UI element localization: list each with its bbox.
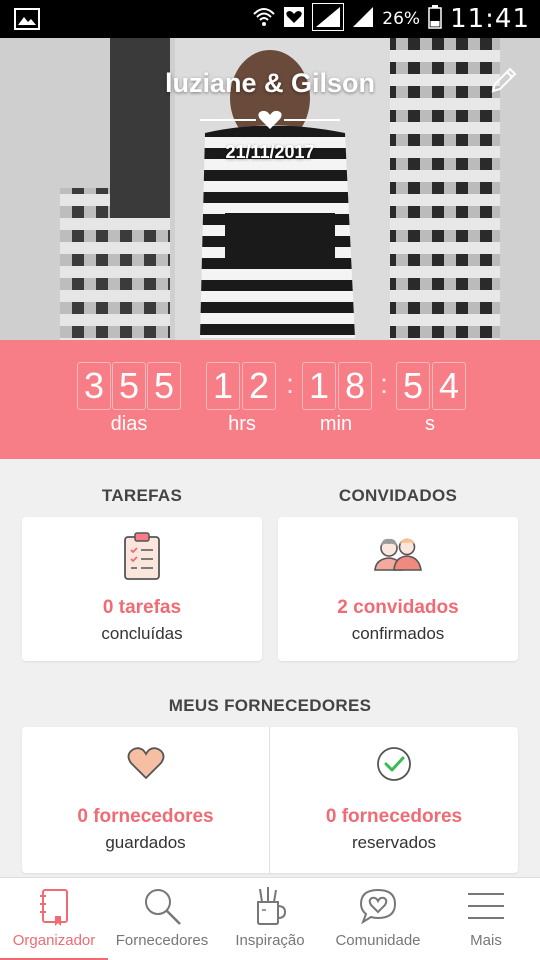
couple-cover-photo[interactable]: luziane & Gilson 21/11/2017 bbox=[0, 38, 540, 340]
gallery-icon bbox=[14, 8, 40, 35]
reserved-vendors[interactable]: 0 fornecedores reservados bbox=[270, 727, 518, 873]
menu-icon bbox=[468, 893, 504, 919]
bottom-navigation: Organizador Fornecedores Inspiração Comu… bbox=[0, 877, 540, 960]
saved-vendors[interactable]: 0 fornecedores guardados bbox=[22, 727, 269, 873]
tasks-card[interactable]: 0 tarefas concluídas bbox=[22, 517, 262, 661]
nav-label: Mais bbox=[470, 932, 502, 949]
edit-icon[interactable] bbox=[488, 64, 520, 96]
saved-vendors-count: 0 fornecedores bbox=[77, 806, 214, 827]
signal-icon bbox=[312, 2, 345, 36]
battery-percent: 26% bbox=[382, 9, 421, 29]
wedding-countdown: 3 5 5 1 2 : 1 8 : 5 4 dias hrs min s bbox=[0, 340, 540, 459]
saved-vendors-sub: guardados bbox=[105, 833, 186, 852]
nav-organizador[interactable]: Organizador bbox=[0, 878, 108, 960]
search-icon bbox=[145, 889, 181, 925]
days-label: dias bbox=[110, 413, 148, 435]
wedding-date: 21/11/2017 bbox=[225, 142, 315, 162]
seconds-label: s bbox=[425, 413, 435, 435]
nav-inspiracao[interactable]: Inspiração bbox=[216, 878, 324, 960]
signal-icon bbox=[352, 6, 374, 33]
nav-label: Organizador bbox=[12, 932, 96, 949]
wifi-icon bbox=[252, 6, 276, 33]
tasks-count: 0 tarefas bbox=[102, 597, 182, 618]
guests-count: 2 convidados bbox=[337, 597, 459, 618]
guests-icon bbox=[374, 538, 422, 571]
time-separator: : bbox=[380, 368, 388, 399]
nav-mais[interactable]: Mais bbox=[432, 878, 540, 960]
heart-notification-icon bbox=[284, 6, 305, 32]
nav-label: Comunidade bbox=[335, 932, 421, 949]
seconds-digit: 5 bbox=[396, 362, 430, 410]
guests-section-title: CONVIDADOS bbox=[338, 486, 458, 505]
community-icon bbox=[359, 888, 397, 925]
heart-divider-icon bbox=[200, 110, 340, 129]
couple-names: luziane & Gilson bbox=[164, 68, 376, 98]
heart-icon bbox=[127, 747, 164, 780]
check-circle-icon bbox=[377, 747, 411, 781]
nav-label: Fornecedores bbox=[115, 932, 209, 949]
nav-label: Inspiração bbox=[235, 932, 305, 949]
inspiration-icon bbox=[257, 887, 287, 925]
minutes-digit: 8 bbox=[338, 362, 372, 410]
hours-digit: 1 bbox=[206, 362, 240, 410]
seconds-digit: 4 bbox=[432, 362, 466, 410]
days-digit: 3 bbox=[77, 362, 111, 410]
planner-icon bbox=[40, 889, 68, 926]
hours-label: hrs bbox=[228, 413, 256, 435]
status-bar: 26% 11:41 bbox=[0, 0, 540, 38]
clipboard-checklist-icon bbox=[124, 532, 160, 580]
guests-card[interactable]: 2 convidados confirmados bbox=[278, 517, 518, 661]
clock: 11:41 bbox=[450, 4, 530, 34]
guests-sub: confirmados bbox=[351, 624, 445, 643]
tasks-sub: concluídas bbox=[101, 624, 183, 643]
vendors-section-title: MEUS FORNECEDORES bbox=[168, 696, 372, 715]
hours-digit: 2 bbox=[242, 362, 276, 410]
vendors-card: 0 fornecedores guardados 0 fornecedores … bbox=[22, 727, 518, 873]
minutes-label: min bbox=[319, 413, 353, 435]
minutes-digit: 1 bbox=[302, 362, 336, 410]
nav-comunidade[interactable]: Comunidade bbox=[324, 878, 432, 960]
battery-icon bbox=[428, 4, 442, 34]
reserved-vendors-sub: reservados bbox=[351, 833, 437, 852]
time-separator: : bbox=[286, 368, 294, 399]
days-digit: 5 bbox=[147, 362, 181, 410]
nav-fornecedores[interactable]: Fornecedores bbox=[108, 878, 216, 960]
reserved-vendors-count: 0 fornecedores bbox=[325, 806, 463, 827]
tasks-section-title: TAREFAS bbox=[101, 486, 183, 505]
days-digit: 5 bbox=[112, 362, 146, 410]
